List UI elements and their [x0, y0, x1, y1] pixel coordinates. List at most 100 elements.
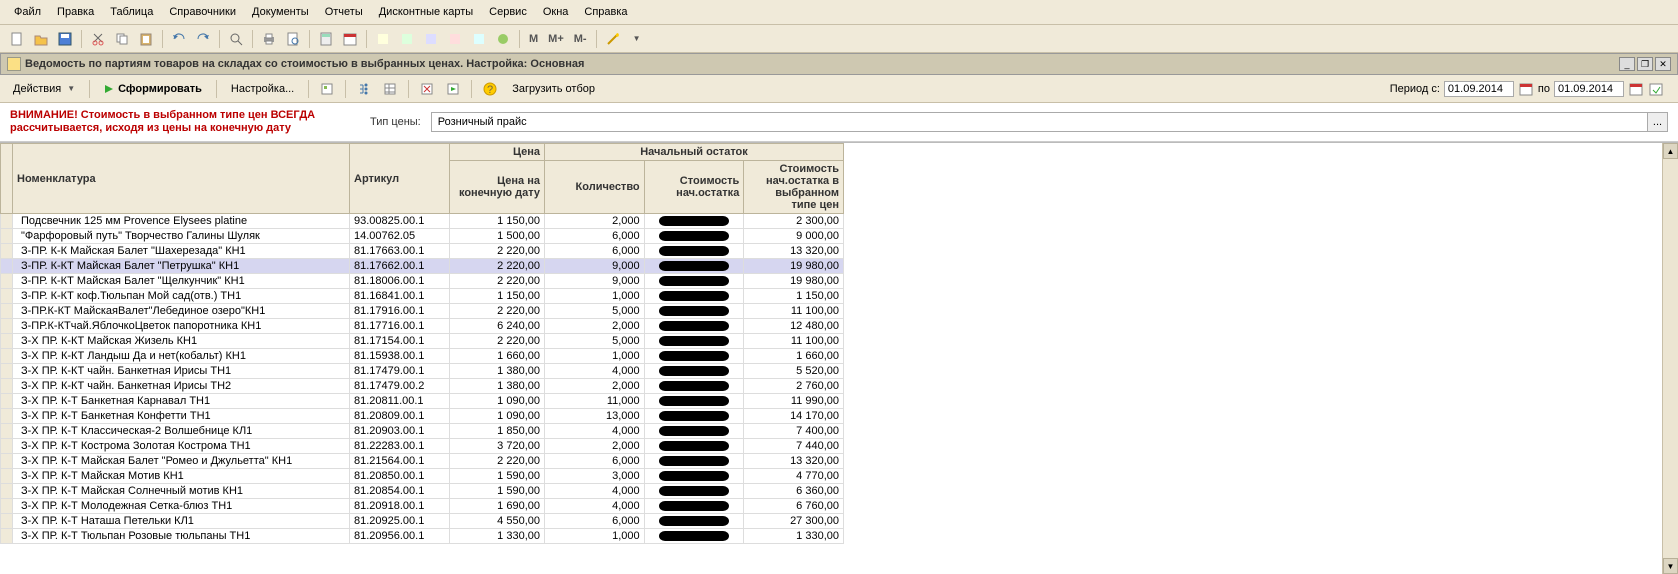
table-row[interactable]: З-ПР.К-КТчай.ЯблочкоЦветок папоротника К… [1, 319, 844, 334]
calendar-icon[interactable] [339, 28, 361, 50]
load-filter-button[interactable]: Загрузить отбор [505, 80, 602, 98]
paste-icon[interactable] [135, 28, 157, 50]
ab-icon-1[interactable] [316, 78, 338, 100]
tree-cell[interactable] [1, 289, 13, 304]
tree-cell[interactable] [1, 529, 13, 544]
menu-docs[interactable]: Документы [246, 4, 315, 20]
tree-cell[interactable] [1, 409, 13, 424]
open-icon[interactable] [30, 28, 52, 50]
tree-cell[interactable] [1, 229, 13, 244]
table-row[interactable]: З-Х ПР. К-Т Кострома Золотая Кострома ТН… [1, 439, 844, 454]
dropdown-icon[interactable]: ▼ [626, 28, 648, 50]
tool-e-icon[interactable] [468, 28, 490, 50]
price-type-input[interactable] [432, 113, 1647, 131]
print-icon[interactable] [258, 28, 280, 50]
table-row[interactable]: З-ПР. К-КТ коф.Тюльпан Мой сад(отв.) ТН1… [1, 289, 844, 304]
tree-cell[interactable] [1, 364, 13, 379]
table-row[interactable]: З-ПР. К-КТ Майская Балет "Щелкунчик" КН1… [1, 274, 844, 289]
menu-windows[interactable]: Окна [537, 4, 575, 20]
find-icon[interactable] [225, 28, 247, 50]
period-from-input[interactable] [1444, 81, 1514, 97]
wand-icon[interactable] [602, 28, 624, 50]
save-icon[interactable] [54, 28, 76, 50]
table-row[interactable]: З-Х ПР. К-Т Майская Мотив КН181.20850.00… [1, 469, 844, 484]
new-doc-icon[interactable] [6, 28, 28, 50]
table-row[interactable]: Подсвечник 125 мм Provence Elysees plati… [1, 214, 844, 229]
tree-cell[interactable] [1, 379, 13, 394]
redo-icon[interactable] [192, 28, 214, 50]
table-row[interactable]: З-Х ПР. К-Т Молодежная Сетка-блюз ТН181.… [1, 499, 844, 514]
settings-button[interactable]: Настройка... [224, 80, 301, 98]
tree-cell[interactable] [1, 259, 13, 274]
tree-cell[interactable] [1, 454, 13, 469]
ab-grid-icon[interactable] [379, 78, 401, 100]
tool-d-icon[interactable] [444, 28, 466, 50]
menu-file[interactable]: Файл [8, 4, 47, 20]
cut-icon[interactable] [87, 28, 109, 50]
table-row[interactable]: З-Х ПР. К-КТ Ландыш Да и нет(кобальт) КН… [1, 349, 844, 364]
tree-cell[interactable] [1, 214, 13, 229]
col-cost-sel[interactable]: Стоимость нач.остатка в выбранном типе ц… [744, 161, 844, 214]
menu-refs[interactable]: Справочники [163, 4, 242, 20]
tree-cell[interactable] [1, 439, 13, 454]
tree-cell[interactable] [1, 274, 13, 289]
tree-cell[interactable] [1, 349, 13, 364]
table-row[interactable]: З-Х ПР. К-Т Классическая-2 Волшебнице КЛ… [1, 424, 844, 439]
table-row[interactable]: З-Х ПР. К-Т Наташа Петельки КЛ181.20925.… [1, 514, 844, 529]
mtext-mminus[interactable]: М- [570, 31, 591, 47]
menu-table[interactable]: Таблица [104, 4, 159, 20]
menu-help[interactable]: Справка [578, 4, 633, 20]
maximize-button[interactable]: ❐ [1637, 57, 1653, 71]
table-row[interactable]: З-Х ПР. К-КТ чайн. Банкетная Ирисы ТН281… [1, 379, 844, 394]
table-row[interactable]: З-ПР. К-КТ Майская Балет "Петрушка" КН18… [1, 259, 844, 274]
table-row[interactable]: З-Х ПР. К-Т Банкетная Конфетти ТН181.208… [1, 409, 844, 424]
tree-cell[interactable] [1, 484, 13, 499]
period-to-input[interactable] [1554, 81, 1624, 97]
col-nomenclature[interactable]: Номенклатура [13, 144, 350, 214]
mtext-m[interactable]: М [525, 31, 542, 47]
table-row[interactable]: З-Х ПР. К-Т Банкетная Карнавал ТН181.208… [1, 394, 844, 409]
menu-edit[interactable]: Правка [51, 4, 100, 20]
tree-cell[interactable] [1, 394, 13, 409]
tree-cell[interactable] [1, 499, 13, 514]
table-row[interactable]: З-ПР.К-КТ МайскаяBалет"Лебединое озеро"К… [1, 304, 844, 319]
col-qty[interactable]: Количество [545, 161, 645, 214]
scroll-up-icon[interactable]: ▲ [1663, 143, 1678, 159]
calendar-from-icon[interactable] [1518, 81, 1534, 97]
table-row[interactable]: "Фарфоровый путь" Творчество Галины Шуля… [1, 229, 844, 244]
data-grid[interactable]: Номенклатура Артикул Цена Начальный оста… [0, 143, 844, 544]
undo-icon[interactable] [168, 28, 190, 50]
ab-exec-icon[interactable] [442, 78, 464, 100]
table-row[interactable]: З-Х ПР. К-КТ чайн. Банкетная Ирисы ТН181… [1, 364, 844, 379]
tree-cell[interactable] [1, 304, 13, 319]
scroll-down-icon[interactable]: ▼ [1663, 558, 1678, 574]
period-picker-icon[interactable] [1648, 81, 1664, 97]
preview-icon[interactable] [282, 28, 304, 50]
price-type-picker[interactable]: ... [1647, 113, 1667, 131]
minimize-button[interactable]: _ [1619, 57, 1635, 71]
ab-tree-icon[interactable] [353, 78, 375, 100]
tree-cell[interactable] [1, 319, 13, 334]
tool-a-icon[interactable] [372, 28, 394, 50]
col-startbal[interactable]: Начальный остаток [545, 144, 844, 161]
mtext-mplus[interactable]: М+ [544, 31, 568, 47]
tree-toggle-col[interactable] [1, 144, 13, 214]
table-row[interactable]: З-Х ПР. К-Т Майская Балет "Ромео и Джуль… [1, 454, 844, 469]
menu-service[interactable]: Сервис [483, 4, 533, 20]
col-price-end[interactable]: Цена на конечную дату [450, 161, 545, 214]
calc-icon[interactable] [315, 28, 337, 50]
table-row[interactable]: З-Х ПР. К-Т Тюльпан Розовые тюльпаны ТН1… [1, 529, 844, 544]
col-cost[interactable]: Стоимость нач.остатка [644, 161, 744, 214]
calendar-to-icon[interactable] [1628, 81, 1644, 97]
tool-f-icon[interactable] [492, 28, 514, 50]
form-button[interactable]: Сформировать [97, 80, 209, 98]
menu-discount[interactable]: Дисконтные карты [373, 4, 479, 20]
table-row[interactable]: З-ПР. К-К Майская Балет "Шахерезада" КН1… [1, 244, 844, 259]
ab-clear-icon[interactable] [416, 78, 438, 100]
menu-reports[interactable]: Отчеты [319, 4, 369, 20]
copy-icon[interactable] [111, 28, 133, 50]
tree-cell[interactable] [1, 469, 13, 484]
table-row[interactable]: З-Х ПР. К-КТ Майская Жизель КН181.17154.… [1, 334, 844, 349]
help-icon[interactable]: ? [479, 78, 501, 100]
tree-cell[interactable] [1, 244, 13, 259]
